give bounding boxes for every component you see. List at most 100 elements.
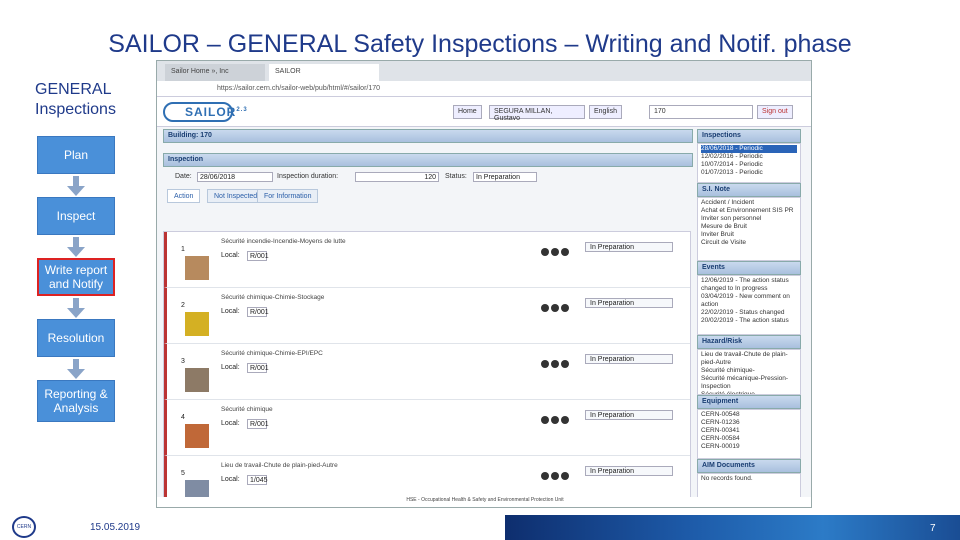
local-label: Local:	[221, 420, 240, 427]
row-status[interactable]: In Preparation	[585, 466, 673, 476]
action-icon[interactable]	[541, 416, 549, 424]
action-icon[interactable]	[561, 304, 569, 312]
address-bar[interactable]: https://sailor.cern.ch/sailor-web/pub/ht…	[157, 81, 811, 97]
language-select[interactable]: English	[589, 105, 622, 119]
panel-item[interactable]: Circuit de Visite	[701, 239, 797, 247]
panel-item[interactable]: 28/06/2018 - Periodic	[701, 145, 797, 153]
panel-item[interactable]: CERN-01236	[701, 419, 797, 427]
down-arrow-icon	[67, 237, 85, 257]
user-menu[interactable]: SEGURA MILLAN, Gustavo	[489, 105, 585, 122]
row-status[interactable]: In Preparation	[585, 298, 673, 308]
tab-for-information[interactable]: For Information	[257, 189, 319, 203]
panel-si_note-title: S.I. Note	[697, 183, 801, 197]
table-row[interactable]: 4 Sécurité chimique Local: R/001 In Preparat…	[164, 400, 690, 456]
panel-item[interactable]: 10/07/2014 - Periodic	[701, 161, 797, 169]
tab-not-inspected[interactable]: Not Inspected	[207, 189, 265, 203]
table-row[interactable]: 5 Lieu de travail-Chute de plain-pied-Aut…	[164, 456, 690, 500]
panel-item[interactable]: 22/02/2019 - Status changed	[701, 309, 797, 317]
footer-author: G.SEGURA	[420, 523, 473, 534]
date-field[interactable]: 28/06/2018	[197, 172, 273, 182]
action-icon[interactable]	[551, 360, 559, 368]
panel-item[interactable]: 03/04/2019 - New comment on action	[701, 293, 797, 309]
panel-item[interactable]: No records found.	[701, 475, 797, 483]
panel-item[interactable]: CERN-00584	[701, 435, 797, 443]
panel-item[interactable]: 01/07/2013 - Periodic	[701, 169, 797, 177]
table-row[interactable]: 1 Sécurité incendie-Incendie-Moyens de lu…	[164, 232, 690, 288]
row-number: 3	[181, 358, 185, 365]
footer-date: 15.05.2019	[90, 522, 141, 533]
panel-item[interactable]: 12/06/2019 - The action status changed t…	[701, 277, 797, 293]
row-actions[interactable]	[541, 355, 581, 368]
panel-item[interactable]: 20/02/2019 - The action status	[701, 317, 797, 325]
panel-events-title: Events	[697, 261, 801, 275]
local-field[interactable]: R/001	[247, 307, 269, 317]
panel-item[interactable]: CERN-00548	[701, 411, 797, 419]
action-icon[interactable]	[541, 248, 549, 256]
panel-item[interactable]: Sécurité chimique-	[701, 367, 797, 375]
action-icon[interactable]	[561, 360, 569, 368]
status-label: Status:	[445, 173, 467, 180]
action-icon[interactable]	[561, 416, 569, 424]
photo-thumbnail[interactable]	[185, 256, 209, 280]
action-icon[interactable]	[561, 472, 569, 480]
action-icon[interactable]	[551, 416, 559, 424]
row-actions[interactable]	[541, 467, 581, 480]
panel-hazard-list: Lieu de travail-Chute de plain-pied-Autr…	[697, 349, 801, 395]
row-actions[interactable]	[541, 243, 581, 256]
local-field[interactable]: R/001	[247, 363, 269, 373]
panel-item[interactable]: CERN-00019	[701, 443, 797, 451]
action-icon[interactable]	[541, 360, 549, 368]
photo-thumbnail[interactable]	[185, 424, 209, 448]
table-row[interactable]: 3 Sécurité chimique-Chimie-EPI/EPC Local: R…	[164, 344, 690, 400]
row-actions[interactable]	[541, 411, 581, 424]
panel-item[interactable]: Accident / Incident	[701, 199, 797, 207]
panel-item[interactable]: Inviter son personnel	[701, 215, 797, 223]
panel-item[interactable]: Mesure de Bruit	[701, 223, 797, 231]
panel-aim-title: AIM Documents	[697, 459, 801, 473]
action-icon[interactable]	[551, 248, 559, 256]
panel-item[interactable]: Achat et Environnement SIS PR	[701, 207, 797, 215]
browser-tab-active[interactable]: SAILOR	[269, 64, 379, 81]
panel-item[interactable]: Lieu de travail-Chute de plain-pied-Autr…	[701, 351, 797, 367]
local-field[interactable]: R/001	[247, 419, 269, 429]
panel-item[interactable]: Inviter Bruit	[701, 231, 797, 239]
inspection-rows: 1 Sécurité incendie-Incendie-Moyens de lu…	[163, 231, 691, 501]
row-status[interactable]: In Preparation	[585, 242, 673, 252]
row-actions[interactable]	[541, 299, 581, 312]
home-button[interactable]: Home	[453, 105, 482, 119]
step-reporting: Reporting & Analysis	[37, 380, 115, 422]
sailor-logo: SAILOR2.3	[163, 102, 247, 122]
action-icon[interactable]	[541, 304, 549, 312]
row-status[interactable]: In Preparation	[585, 410, 673, 420]
panel-item[interactable]: Sécurité mécanique-Pression-Inspection	[701, 375, 797, 391]
local-label: Local:	[221, 364, 240, 371]
duration-field[interactable]: 120	[355, 172, 439, 182]
panel-item[interactable]: 12/02/2016 - Periodic	[701, 153, 797, 161]
tab-action[interactable]: Action	[167, 189, 201, 203]
slide-footer: 15.05.2019 EDMS 2150115 G.SEGURA 7	[0, 512, 960, 540]
footer-edms: EDMS 2150115	[234, 523, 304, 534]
status-field[interactable]: In Preparation	[473, 172, 537, 182]
action-icon[interactable]	[541, 472, 549, 480]
building-bar: Building: 170	[163, 129, 693, 143]
local-field[interactable]: R/001	[247, 251, 269, 261]
signout-button[interactable]: Sign out	[757, 105, 793, 119]
panel-si_note-list: Accident / Incident Achat et Environnemen…	[697, 197, 801, 261]
action-icon[interactable]	[551, 304, 559, 312]
action-icon[interactable]	[551, 472, 559, 480]
row-title: Sécurité chimique	[221, 406, 273, 413]
action-icon[interactable]	[561, 248, 569, 256]
search-input[interactable]: 170	[649, 105, 753, 119]
row-status[interactable]: In Preparation	[585, 354, 673, 364]
inspection-bar: Inspection	[163, 153, 693, 167]
photo-thumbnail[interactable]	[185, 312, 209, 336]
footer-page: 7	[930, 523, 936, 534]
photo-thumbnail[interactable]	[185, 368, 209, 392]
row-title: Sécurité incendie-Incendie-Moyens de lut…	[221, 238, 346, 245]
table-row[interactable]: 2 Sécurité chimique-Chimie-Stockage Local:…	[164, 288, 690, 344]
local-label: Local:	[221, 308, 240, 315]
panel-item[interactable]: CERN-00341	[701, 427, 797, 435]
local-field[interactable]: 1/045	[247, 475, 268, 485]
step-inspect: Inspect	[37, 197, 115, 235]
browser-tab[interactable]: Sailor Home », Inc	[165, 64, 265, 81]
